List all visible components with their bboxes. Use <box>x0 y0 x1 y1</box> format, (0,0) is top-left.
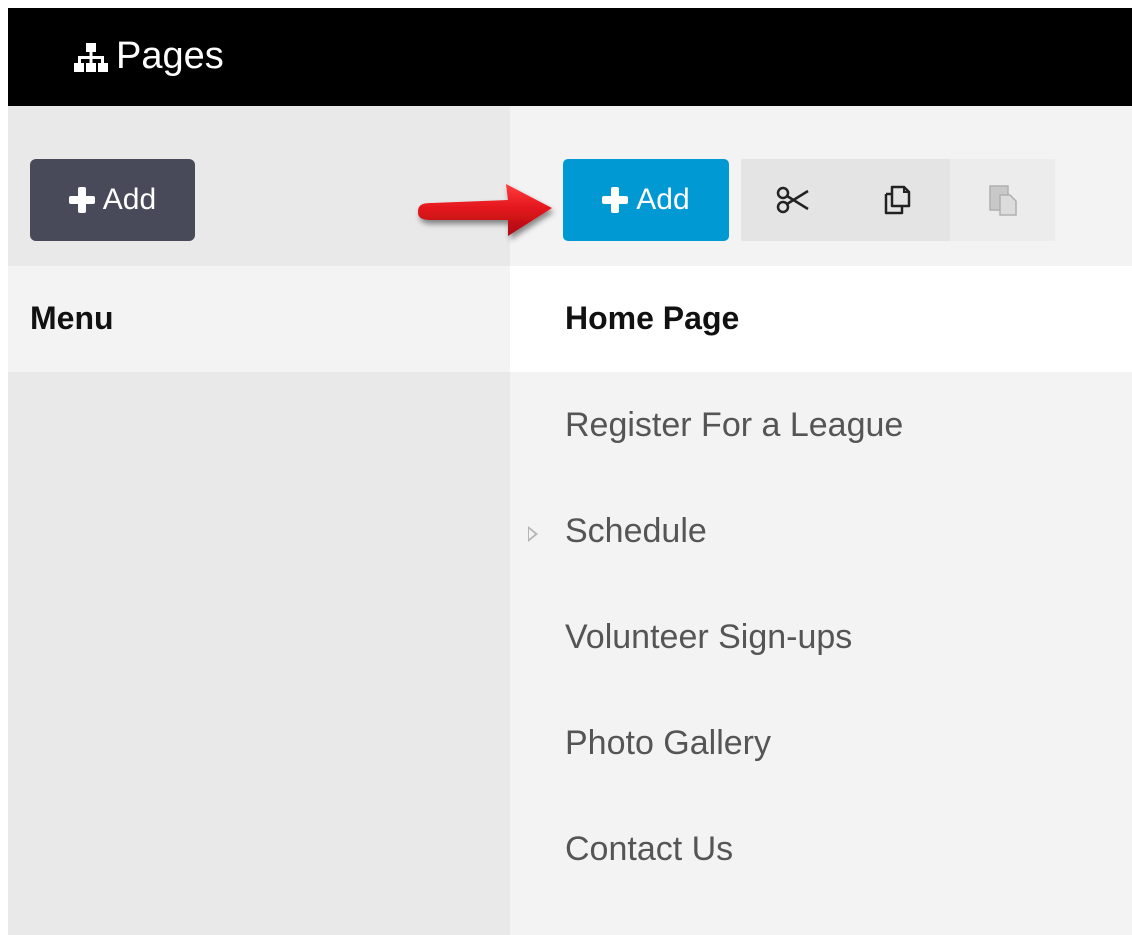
copy-icon <box>884 185 911 215</box>
page-item[interactable]: Schedule <box>510 478 1132 584</box>
page-item[interactable]: Photo Gallery <box>510 690 1132 796</box>
menu-column-header: Menu <box>30 300 114 336</box>
add-page-button-label: Add <box>636 183 690 216</box>
page-item-label: Register For a League <box>565 406 904 444</box>
page-item[interactable]: Contact Us <box>510 796 1132 902</box>
page-item-label: Schedule <box>565 512 707 550</box>
home-page-label: Home Page <box>565 300 740 336</box>
page-item-label: Volunteer Sign-ups <box>565 618 853 656</box>
copy-button[interactable] <box>845 159 951 241</box>
add-menu-button-label: Add <box>102 183 157 216</box>
page-item[interactable]: Volunteer Sign-ups <box>510 584 1132 690</box>
cut-icon <box>777 186 809 214</box>
header-bar: Pages <box>8 8 1132 106</box>
page-title: Pages <box>116 35 224 77</box>
page-item-label: Contact Us <box>565 830 734 868</box>
pages-window: Pages Add Menu Add Home Page Register Fo… <box>8 8 1132 935</box>
page-item-label: Photo Gallery <box>565 724 771 762</box>
plus-icon <box>602 187 629 213</box>
cut-button[interactable] <box>741 159 846 241</box>
plus-icon <box>68 187 95 213</box>
page-item[interactable]: Register For a League <box>510 372 1132 478</box>
page-item-home[interactable]: Home Page <box>510 266 1132 372</box>
add-page-button[interactable]: Add <box>563 159 729 241</box>
menu-item-selected[interactable]: Menu <box>8 266 510 372</box>
paste-icon <box>988 185 1017 216</box>
annotation-arrow-icon <box>418 184 552 236</box>
sitemap-icon <box>74 43 108 72</box>
page-tools <box>741 159 1056 241</box>
pages-panel: Add Home Page Register For a League Sche… <box>510 106 1132 935</box>
paste-button[interactable] <box>950 159 1056 241</box>
expand-triangle-icon[interactable] <box>528 526 538 542</box>
add-menu-button[interactable]: Add <box>30 159 195 241</box>
